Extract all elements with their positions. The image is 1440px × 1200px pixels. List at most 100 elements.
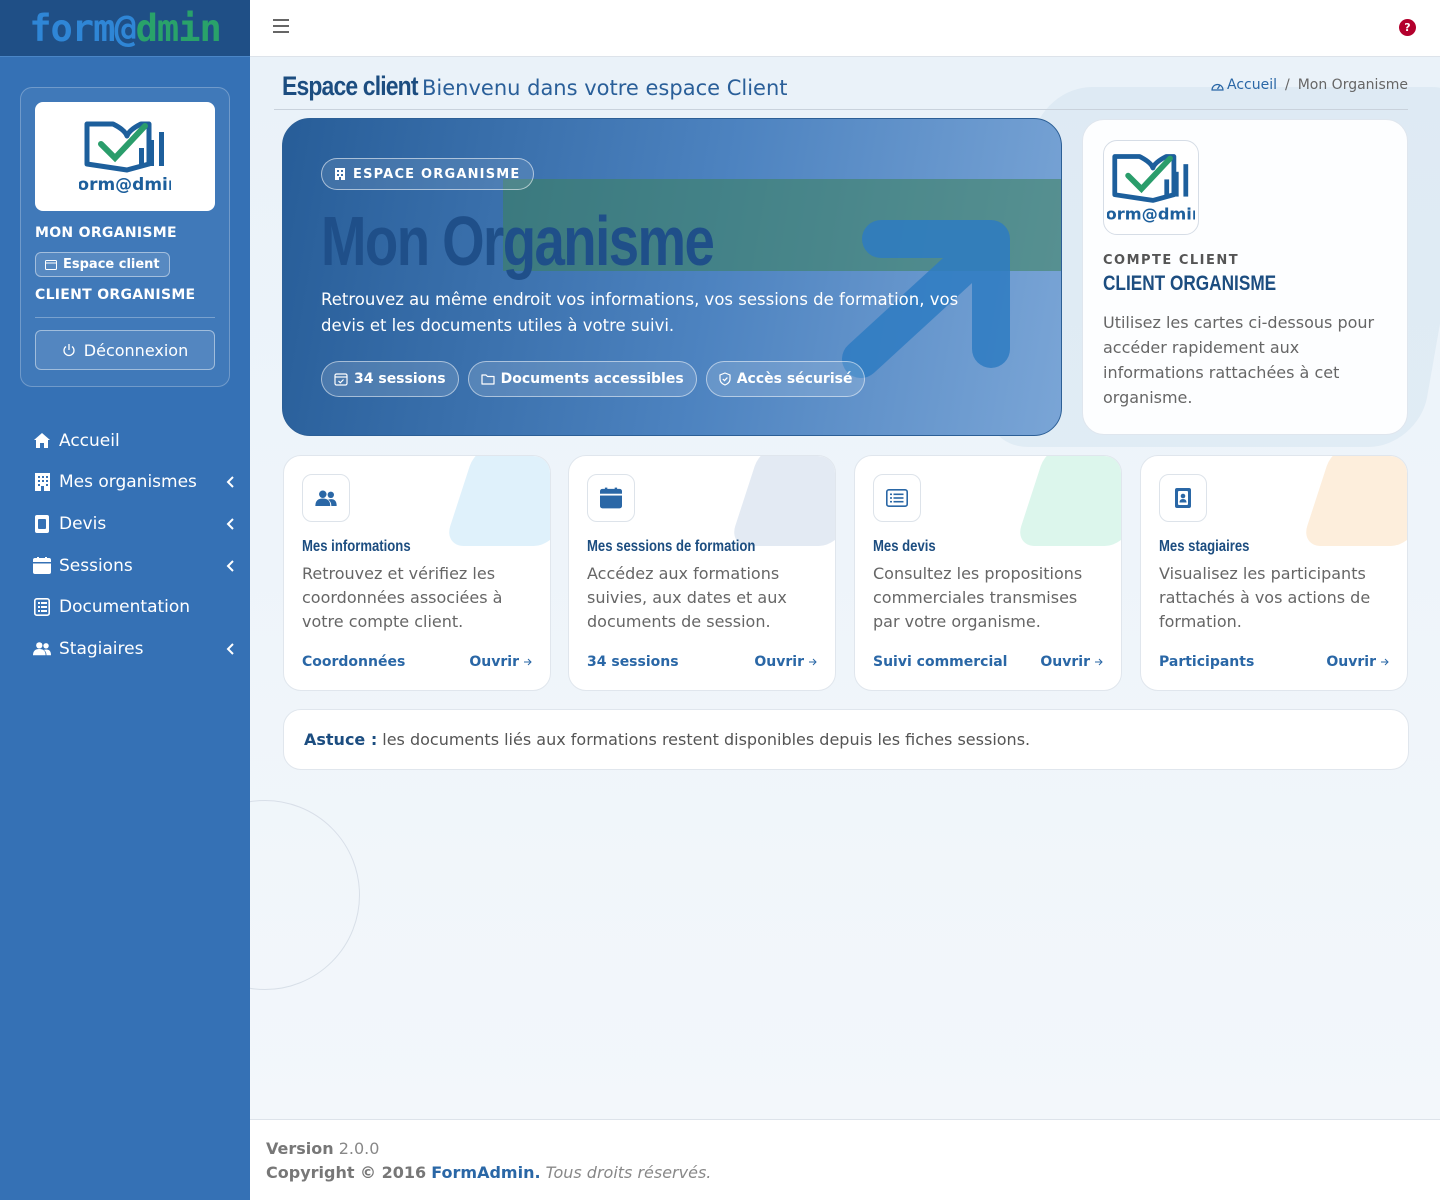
- users-icon: [302, 474, 350, 522]
- card-accent: [1300, 456, 1407, 546]
- card-icon: [45, 259, 57, 270]
- main-content: Espace client Bienvenu dans votre espace…: [250, 57, 1440, 1119]
- card-meta: 34 sessions: [587, 654, 679, 670]
- open-link[interactable]: Ouvrir: [754, 654, 817, 670]
- id-badge-icon: [1159, 474, 1207, 522]
- copyright-line: Copyright © 2016 FormAdmin. Tous droits …: [266, 1161, 1424, 1185]
- card-mes-informations[interactable]: Mes informations Retrouvez et vérifiez l…: [283, 455, 551, 691]
- card-mes-sessions[interactable]: Mes sessions de formation Accédez aux fo…: [568, 455, 836, 691]
- card-footer: Coordonnées Ouvrir: [302, 654, 532, 670]
- hero-pills: 34 sessions Documents accessibles Accès …: [321, 361, 866, 397]
- calendar-icon: [587, 474, 635, 522]
- sidebar-item-documentation[interactable]: Documentation: [0, 586, 250, 628]
- hero-description: Retrouvez au même endroit vos informatio…: [321, 290, 959, 335]
- sidebar-item-accueil[interactable]: Accueil: [0, 420, 250, 462]
- org-name: MON ORGANISME: [35, 225, 177, 241]
- pill-label: Accès sécurisé: [736, 371, 853, 387]
- brand-part-1: form@: [29, 6, 136, 50]
- hero-badge: ESPACE ORGANISME: [321, 158, 535, 190]
- sessions-pill[interactable]: 34 sessions: [321, 361, 459, 397]
- account-card: form@dmin COMPTE CLIENT CLIENT ORGANISME…: [1082, 119, 1408, 435]
- espace-client-badge[interactable]: Espace client: [35, 252, 170, 277]
- documents-pill[interactable]: Documents accessibles: [467, 361, 697, 397]
- topbar: ?: [250, 0, 1440, 57]
- menu-toggle-icon[interactable]: [273, 19, 289, 33]
- home-icon: [33, 432, 51, 450]
- background-circle: [250, 800, 360, 990]
- chevron-left-icon: [226, 518, 234, 530]
- secure-access-pill[interactable]: Accès sécurisé: [705, 361, 866, 397]
- card-title: Mes informations: [302, 538, 411, 555]
- pill-label: 34 sessions: [354, 371, 446, 387]
- shield-check-icon: [719, 372, 731, 386]
- pill-label: Documents accessibles: [500, 371, 684, 387]
- chevron-left-icon: [226, 476, 234, 489]
- arrow-right-icon: [1095, 658, 1103, 666]
- tip-text: les documents liés aux formations resten…: [382, 730, 1031, 749]
- hero-banner: ESPACE ORGANISME Mon Organisme Retrouvez…: [282, 118, 1062, 436]
- card-footer: Participants Ouvrir: [1159, 654, 1389, 670]
- card-meta: Coordonnées: [302, 654, 406, 670]
- calendar-check-icon: [334, 373, 348, 386]
- breadcrumb-current: Mon Organisme: [1297, 77, 1408, 93]
- chevron-left-icon: [226, 643, 234, 655]
- hero-badge-label: ESPACE ORGANISME: [353, 166, 521, 182]
- company-link[interactable]: FormAdmin.: [431, 1163, 540, 1182]
- users-icon: [33, 640, 51, 658]
- formadmin-logo-icon: form@dmin: [79, 113, 171, 200]
- card-mes-devis[interactable]: Mes devis Consultez les propositions com…: [854, 455, 1122, 691]
- sidebar-item-mes-organismes[interactable]: Mes organismes: [0, 462, 250, 504]
- open-link[interactable]: Ouvrir: [1326, 654, 1389, 670]
- arrow-right-icon: [809, 658, 817, 666]
- card-description: Consultez les propositions commerciales …: [873, 564, 1083, 631]
- calendar-icon: [33, 557, 51, 575]
- account-title: CLIENT ORGANISME: [1103, 272, 1277, 295]
- card-accent: [728, 456, 835, 546]
- card-footer: Suivi commercial Ouvrir: [873, 654, 1103, 670]
- client-name: CLIENT ORGANISME: [35, 287, 196, 303]
- formadmin-logo-icon: form@dmin: [1107, 153, 1195, 223]
- sidebar-item-label: Accueil: [59, 430, 120, 451]
- folder-icon: [480, 374, 495, 385]
- account-description: Utilisez les cartes ci-dessous pour accé…: [1103, 313, 1375, 407]
- sidebar-nav: Accueil Mes organismes Devis Sessions Do…: [0, 420, 250, 670]
- logo-text: form@dmin: [79, 175, 171, 195]
- document-icon: [33, 598, 51, 617]
- tip-banner: Astuce : les documents liés aux formatio…: [283, 709, 1409, 770]
- card-accent: [443, 456, 550, 546]
- logout-button[interactable]: Déconnexion: [35, 330, 215, 370]
- breadcrumb-home-label: Accueil: [1227, 77, 1277, 93]
- sidebar-item-stagiaires[interactable]: Stagiaires: [0, 628, 250, 670]
- card-accent: [1014, 456, 1121, 546]
- sidebar-item-label: Sessions: [59, 555, 133, 576]
- help-icon[interactable]: ?: [1399, 19, 1416, 36]
- logo-text: form@dmin: [1107, 204, 1195, 223]
- open-link[interactable]: Ouvrir: [1040, 654, 1103, 670]
- card-description: Retrouvez et vérifiez les coordonnées as…: [302, 564, 503, 631]
- breadcrumb-home-link[interactable]: Accueil: [1211, 77, 1277, 93]
- version-label: Version: [266, 1139, 334, 1158]
- arrow-right-icon: [524, 658, 532, 666]
- sidebar-item-devis[interactable]: Devis: [0, 503, 250, 545]
- arrow-right-icon: [1381, 658, 1389, 666]
- org-card: form@dmin MON ORGANISME Espace client CL…: [20, 87, 230, 387]
- card-mes-stagiaires[interactable]: Mes stagiaires Visualisez les participan…: [1140, 455, 1408, 691]
- page-subtitle: Bienvenu dans votre espace Client: [422, 76, 788, 100]
- org-logo: form@dmin: [35, 102, 215, 211]
- open-link[interactable]: Ouvrir: [469, 654, 532, 670]
- brand-part-2: dmin: [135, 6, 222, 50]
- card-description: Visualisez les participants rattachés à …: [1159, 564, 1371, 631]
- card-title: Mes stagiaires: [1159, 538, 1250, 555]
- file-icon: [33, 514, 51, 533]
- hero-title: Mon Organisme: [321, 202, 715, 280]
- sidebar-item-label: Stagiaires: [59, 638, 144, 659]
- card-title: Mes devis: [873, 538, 936, 555]
- sidebar-item-label: Mes organismes: [59, 472, 197, 493]
- sidebar-item-label: Devis: [59, 513, 107, 534]
- version-value: 2.0.0: [338, 1139, 380, 1158]
- sidebar-item-sessions[interactable]: Sessions: [0, 545, 250, 587]
- footer: Version 2.0.0 Copyright © 2016 FormAdmin…: [250, 1119, 1440, 1200]
- brand-logo[interactable]: form@dmin: [0, 0, 250, 57]
- tip-label: Astuce :: [304, 730, 378, 749]
- copyright-text: Copyright © 2016: [266, 1163, 427, 1182]
